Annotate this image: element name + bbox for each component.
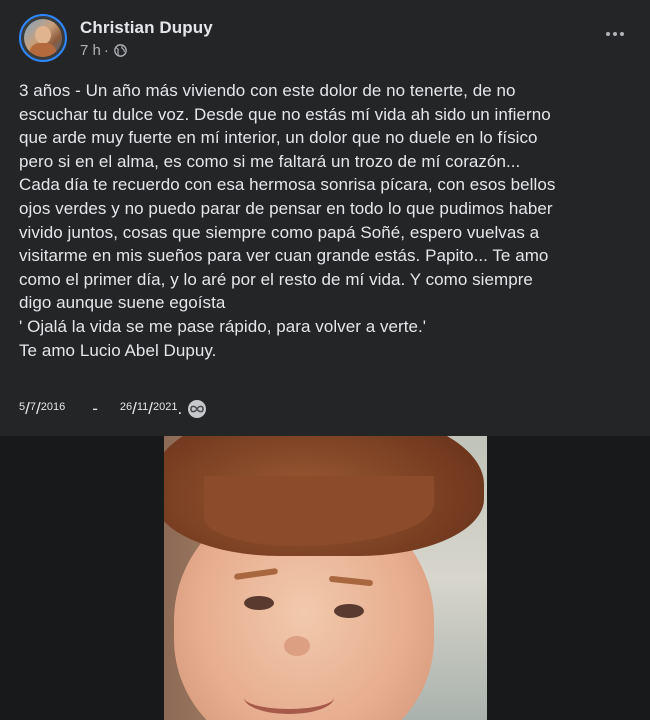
dot (606, 32, 610, 36)
eye-left (244, 596, 274, 610)
more-options-icon[interactable] (599, 22, 631, 46)
date-start-day: 5 (19, 401, 26, 413)
date-start-month: 7 (29, 401, 36, 413)
date-end-year: 2021 (153, 401, 178, 413)
date-end-month: 11 (136, 401, 149, 413)
post-time[interactable]: 7 h (80, 42, 101, 59)
dot (613, 32, 617, 36)
post-text-line: Te amo Lucio Abel Dupuy. (19, 340, 217, 360)
post-text-line: visitarme en mis sueños para ver cuan gr… (19, 246, 549, 266)
nose (284, 636, 310, 656)
smile (244, 681, 334, 714)
dates-line: 5 / 7 / 2016 - 26 / 11 / 2021 . (19, 393, 207, 419)
post-text-line: ojos verdes y no puedo parar de pensar e… (19, 198, 553, 218)
post-text-line: ' Ojalá la vida se me pase rápido, para … (19, 316, 427, 336)
infinity-icon (188, 400, 207, 418)
author-name[interactable]: Christian Dupuy (80, 18, 213, 38)
post-card: Christian Dupuy 7 h · 3 años - Un año má… (0, 0, 650, 436)
post-text: 3 años - Un año más viviendo con este do… (19, 79, 631, 362)
date-start-year: 2016 (40, 401, 66, 413)
post-photo[interactable] (164, 436, 487, 720)
post-text-line: 3 años - Un año más viviendo con este do… (19, 81, 516, 100)
post-text-line: como el primer día, y lo aré por el rest… (19, 269, 533, 289)
date-end-day: 26 (119, 401, 133, 413)
globe-icon[interactable] (114, 44, 127, 57)
post-text-line: escuchar tu dulce voz. Desde que no está… (19, 104, 551, 124)
post-header: Christian Dupuy 7 h · (19, 14, 631, 64)
eye-right (334, 604, 364, 618)
meta-separator: · (103, 42, 109, 59)
post-text-line: vivido juntos, cosas que siempre como pa… (19, 222, 540, 242)
author-avatar[interactable] (19, 14, 67, 62)
post-text-line: que arde muy fuerte en mí interior, un d… (19, 128, 538, 148)
post-media (0, 436, 650, 720)
post-text-line: Cada día te recuerdo con esa hermosa son… (19, 175, 556, 195)
post-text-line: digo aunque suene egoísta (19, 293, 226, 313)
avatar-body (30, 43, 56, 57)
date-period: . (177, 399, 183, 418)
dot (620, 32, 624, 36)
avatar-photo (24, 19, 62, 57)
post-meta: 7 h · (80, 42, 127, 59)
avatar-face (35, 26, 51, 44)
post-text-line: pero si en el alma, es como si me faltar… (19, 151, 521, 171)
date-dash: - (92, 399, 98, 418)
